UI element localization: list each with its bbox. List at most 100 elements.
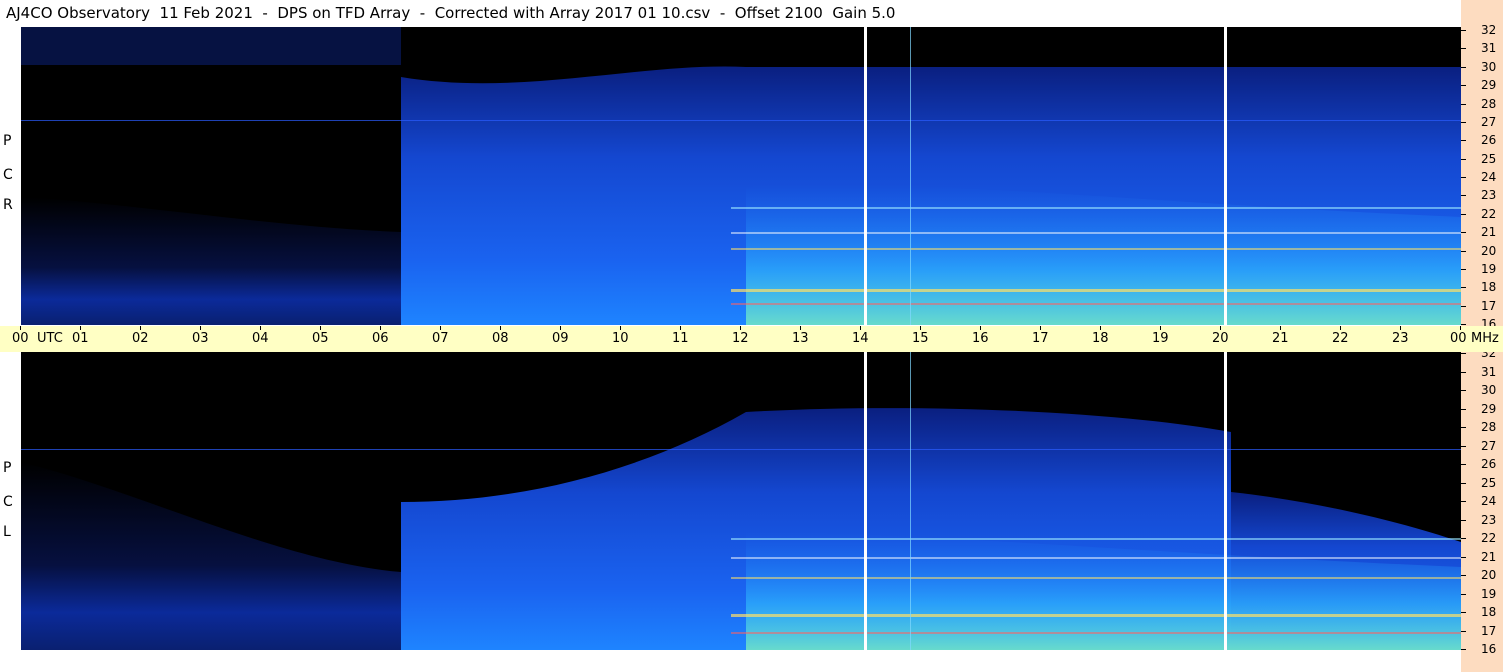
freq-tick: [1461, 48, 1466, 50]
lcp-spectrogram: [21, 352, 1461, 650]
freq-tick-label: 17: [1481, 298, 1497, 313]
time-tick: [260, 326, 261, 330]
freq-tick: [1461, 177, 1466, 178]
freq-tick-label: 21: [1481, 549, 1497, 564]
freq-tick: [1461, 103, 1466, 105]
freq-tick: [1461, 140, 1466, 142]
time-tick-label: 21: [1272, 331, 1289, 346]
freq-tick: [1461, 287, 1466, 289]
freq-tick-label: 23: [1481, 512, 1497, 527]
time-tick: [1100, 326, 1101, 330]
time-tick-label: 13: [792, 331, 809, 346]
time-tick: [1340, 326, 1341, 330]
time-tick: [620, 326, 621, 330]
freq-tick: [1461, 408, 1466, 410]
time-tick: [1220, 326, 1221, 330]
freq-tick: [1461, 612, 1466, 613]
freq-tick-label: 23: [1481, 188, 1497, 203]
time-unit-label: UTC: [37, 331, 63, 346]
freq-tick: [1461, 575, 1466, 576]
freq-tick: [1461, 427, 1466, 428]
freq-tick-label: 30: [1481, 383, 1497, 397]
freq-tick: [1461, 324, 1466, 325]
freq-tick: [1461, 593, 1466, 595]
time-tick: [80, 326, 81, 330]
freq-tick-label: 28: [1481, 96, 1497, 111]
time-tick-label: 20: [1212, 331, 1229, 346]
time-tick: [920, 326, 921, 330]
time-tick: [1160, 326, 1161, 330]
freq-tick: [1461, 158, 1466, 160]
time-tick: [740, 326, 741, 330]
time-tick-label: 05: [312, 331, 329, 346]
freq-tick-label: 29: [1481, 401, 1497, 416]
freq-tick: [1461, 630, 1466, 632]
time-tick-label: 00: [1450, 331, 1467, 346]
freq-tick: [1461, 250, 1466, 252]
title-bar: AJ4CO Observatory 11 Feb 2021 - DPS on T…: [0, 0, 1460, 26]
bottom-polarization-strip: L C P: [0, 352, 20, 672]
top-polarization-strip: R C P: [0, 27, 20, 325]
freq-tick: [1461, 482, 1466, 484]
time-tick-label: 17: [1032, 331, 1049, 346]
time-tick: [200, 326, 201, 330]
freq-tick: [1461, 232, 1466, 234]
time-tick-label: 00: [12, 331, 29, 346]
freq-unit-label: MHz: [1471, 331, 1499, 346]
time-tick-label: 19: [1152, 331, 1169, 346]
freq-tick: [1461, 556, 1466, 558]
time-tick: [380, 326, 381, 330]
freq-tick: [1461, 501, 1466, 502]
chart-title: AJ4CO Observatory 11 Feb 2021 - DPS on T…: [6, 4, 896, 22]
rcp-spectrogram-svg: [21, 27, 1461, 325]
freq-tick: [1461, 195, 1466, 197]
freq-tick: [1461, 268, 1466, 270]
freq-tick-label: 19: [1481, 586, 1497, 601]
freq-tick-label: 30: [1481, 59, 1497, 74]
time-tick: [1460, 326, 1461, 330]
time-tick-label: 06: [372, 331, 389, 346]
freq-tick: [1461, 519, 1466, 521]
freq-tick: [1461, 66, 1466, 68]
freq-tick-label: 26: [1481, 457, 1497, 471]
pol-letter: P: [3, 133, 12, 149]
time-axis: 00 01 02 03 04 05 06 07 08 09 10 11 12 13 14 15 16 17 18 19…: [0, 326, 1503, 352]
freq-tick-label: 31: [1481, 41, 1497, 56]
freq-tick-label: 25: [1481, 475, 1497, 490]
freq-tick-label: 24: [1481, 494, 1497, 508]
freq-tick-label: 19: [1481, 261, 1497, 276]
time-tick-label: 14: [852, 331, 869, 346]
time-tick: [800, 326, 801, 330]
freq-tick: [1461, 305, 1466, 307]
time-tick-label: 22: [1332, 331, 1349, 346]
time-tick: [980, 326, 981, 330]
time-tick: [1040, 326, 1041, 330]
time-tick-label: 10: [612, 331, 629, 346]
freq-tick-label: 22: [1481, 531, 1497, 545]
freq-tick: [1461, 213, 1466, 215]
pol-letter: P: [3, 460, 12, 476]
time-tick-label: 16: [972, 331, 989, 346]
freq-tick-label: 28: [1481, 420, 1497, 434]
freq-tick-label: 18: [1481, 280, 1497, 295]
freq-tick: [1461, 371, 1466, 373]
freq-tick: [1461, 445, 1466, 447]
time-tick-label: 23: [1392, 331, 1409, 346]
time-tick: [860, 326, 861, 330]
time-tick-label: 01: [72, 331, 89, 346]
freq-tick-label: 26: [1481, 133, 1497, 148]
freq-tick-label: 27: [1481, 114, 1497, 129]
time-tick-label: 04: [252, 331, 269, 346]
time-tick: [560, 326, 561, 330]
freq-tick-label: 21: [1481, 225, 1497, 240]
time-tick: [20, 326, 21, 330]
freq-tick: [1461, 464, 1466, 465]
time-tick: [1400, 326, 1401, 330]
rcp-spectrogram: [21, 27, 1461, 325]
freq-tick-label: 27: [1481, 438, 1497, 453]
freq-tick: [1461, 538, 1466, 539]
freq-tick-label: 18: [1481, 605, 1497, 619]
time-tick-label: 03: [192, 331, 209, 346]
time-tick-label: 18: [1092, 331, 1109, 346]
pol-letter: L: [3, 524, 11, 540]
